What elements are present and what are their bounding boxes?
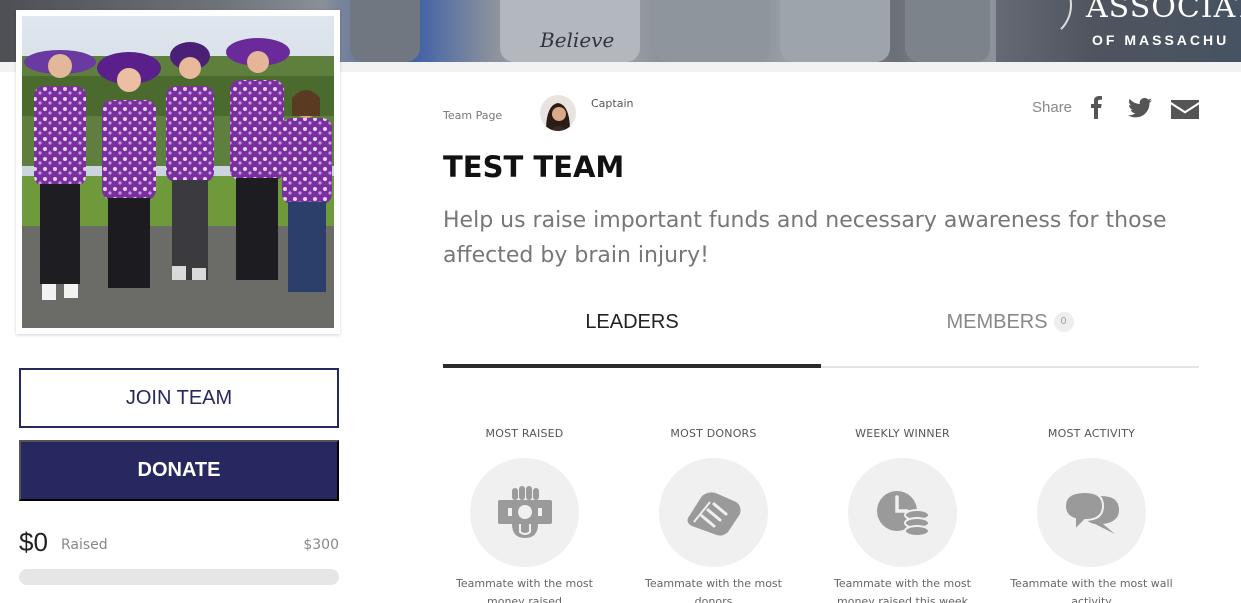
avatar-image [540, 95, 576, 131]
leader-card-title: MOST RAISED [485, 427, 564, 440]
leader-card-most-raised: MOST RAISED Teammate with the most money… [430, 420, 619, 603]
leader-card-description: Teammate with the most donors [645, 577, 782, 603]
leader-card-weekly-winner: WEEKLY WINNER Teammate with the most mon… [808, 420, 997, 603]
leader-card-icon-circle [470, 458, 579, 567]
leader-card-description: Teammate with the most wall activity [1010, 577, 1173, 603]
share-label: Share [1032, 99, 1073, 116]
logo-text-line1: ASSOCIAT [1086, 0, 1241, 25]
money-hand-icon [497, 485, 552, 538]
twitter-icon[interactable] [1128, 98, 1152, 122]
tab-leaders[interactable]: LEADERS [443, 311, 821, 351]
banner-person [905, 0, 990, 62]
leader-card-icon-circle [848, 458, 957, 567]
leader-card-most-activity: MOST ACTIVITY Teammate with the most wal… [997, 420, 1186, 603]
banner-person [780, 0, 890, 62]
donate-button[interactable]: DONATE [19, 440, 339, 501]
banner-person [655, 0, 770, 62]
leader-card-most-donors: MOST DONORS Teammate with the most donor… [619, 420, 808, 603]
team-description: Help us raise important funds and necess… [443, 208, 1167, 268]
banner-person [350, 0, 420, 62]
leader-card-description: Teammate with the most money raised this… [834, 577, 971, 603]
join-team-button[interactable]: JOIN TEAM [19, 368, 339, 428]
team-page-label: Team Page [443, 109, 503, 122]
team-photo-image [22, 16, 334, 328]
captain-label: Captain [591, 97, 634, 110]
leader-card-description: Teammate with the most money raised [456, 577, 593, 603]
banner-shirt-text: Believe [540, 28, 615, 52]
members-count-badge: 0 [1053, 312, 1074, 332]
goal-amount: $300 [303, 537, 339, 553]
team-title: TEST TEAM [443, 150, 625, 184]
fundraising-summary: $0 Raised $300 [19, 523, 339, 559]
handshake-icon [687, 491, 740, 536]
banner-logo: ASSOCIAT OF MASSACHU [996, 0, 1241, 62]
progress-bar [19, 569, 339, 585]
clock-coins-icon [876, 490, 930, 537]
raised-label: Raised [61, 537, 108, 553]
leader-card-title: MOST ACTIVITY [1047, 427, 1136, 440]
leader-card-title: MOST DONORS [670, 427, 757, 440]
leader-card-icon-circle [1037, 458, 1146, 567]
logo-text-line2: OF MASSACHU [1092, 32, 1230, 48]
facebook-icon[interactable] [1090, 95, 1102, 123]
captain-avatar[interactable] [540, 95, 576, 131]
leader-card-title: WEEKLY WINNER [855, 427, 950, 440]
leader-card-icon-circle [659, 458, 768, 567]
envelope-icon[interactable] [1171, 100, 1199, 123]
team-photo [16, 10, 340, 334]
tab-active-indicator [443, 364, 821, 368]
chat-bubbles-icon [1063, 490, 1119, 534]
tab-members-label: MEMBERS [946, 311, 1048, 333]
logo-arc-icon [1002, 0, 1072, 40]
tab-leaders-label: LEADERS [585, 311, 679, 333]
tab-members[interactable]: MEMBERS 0 [821, 311, 1199, 351]
raised-amount: $0 [19, 527, 48, 557]
